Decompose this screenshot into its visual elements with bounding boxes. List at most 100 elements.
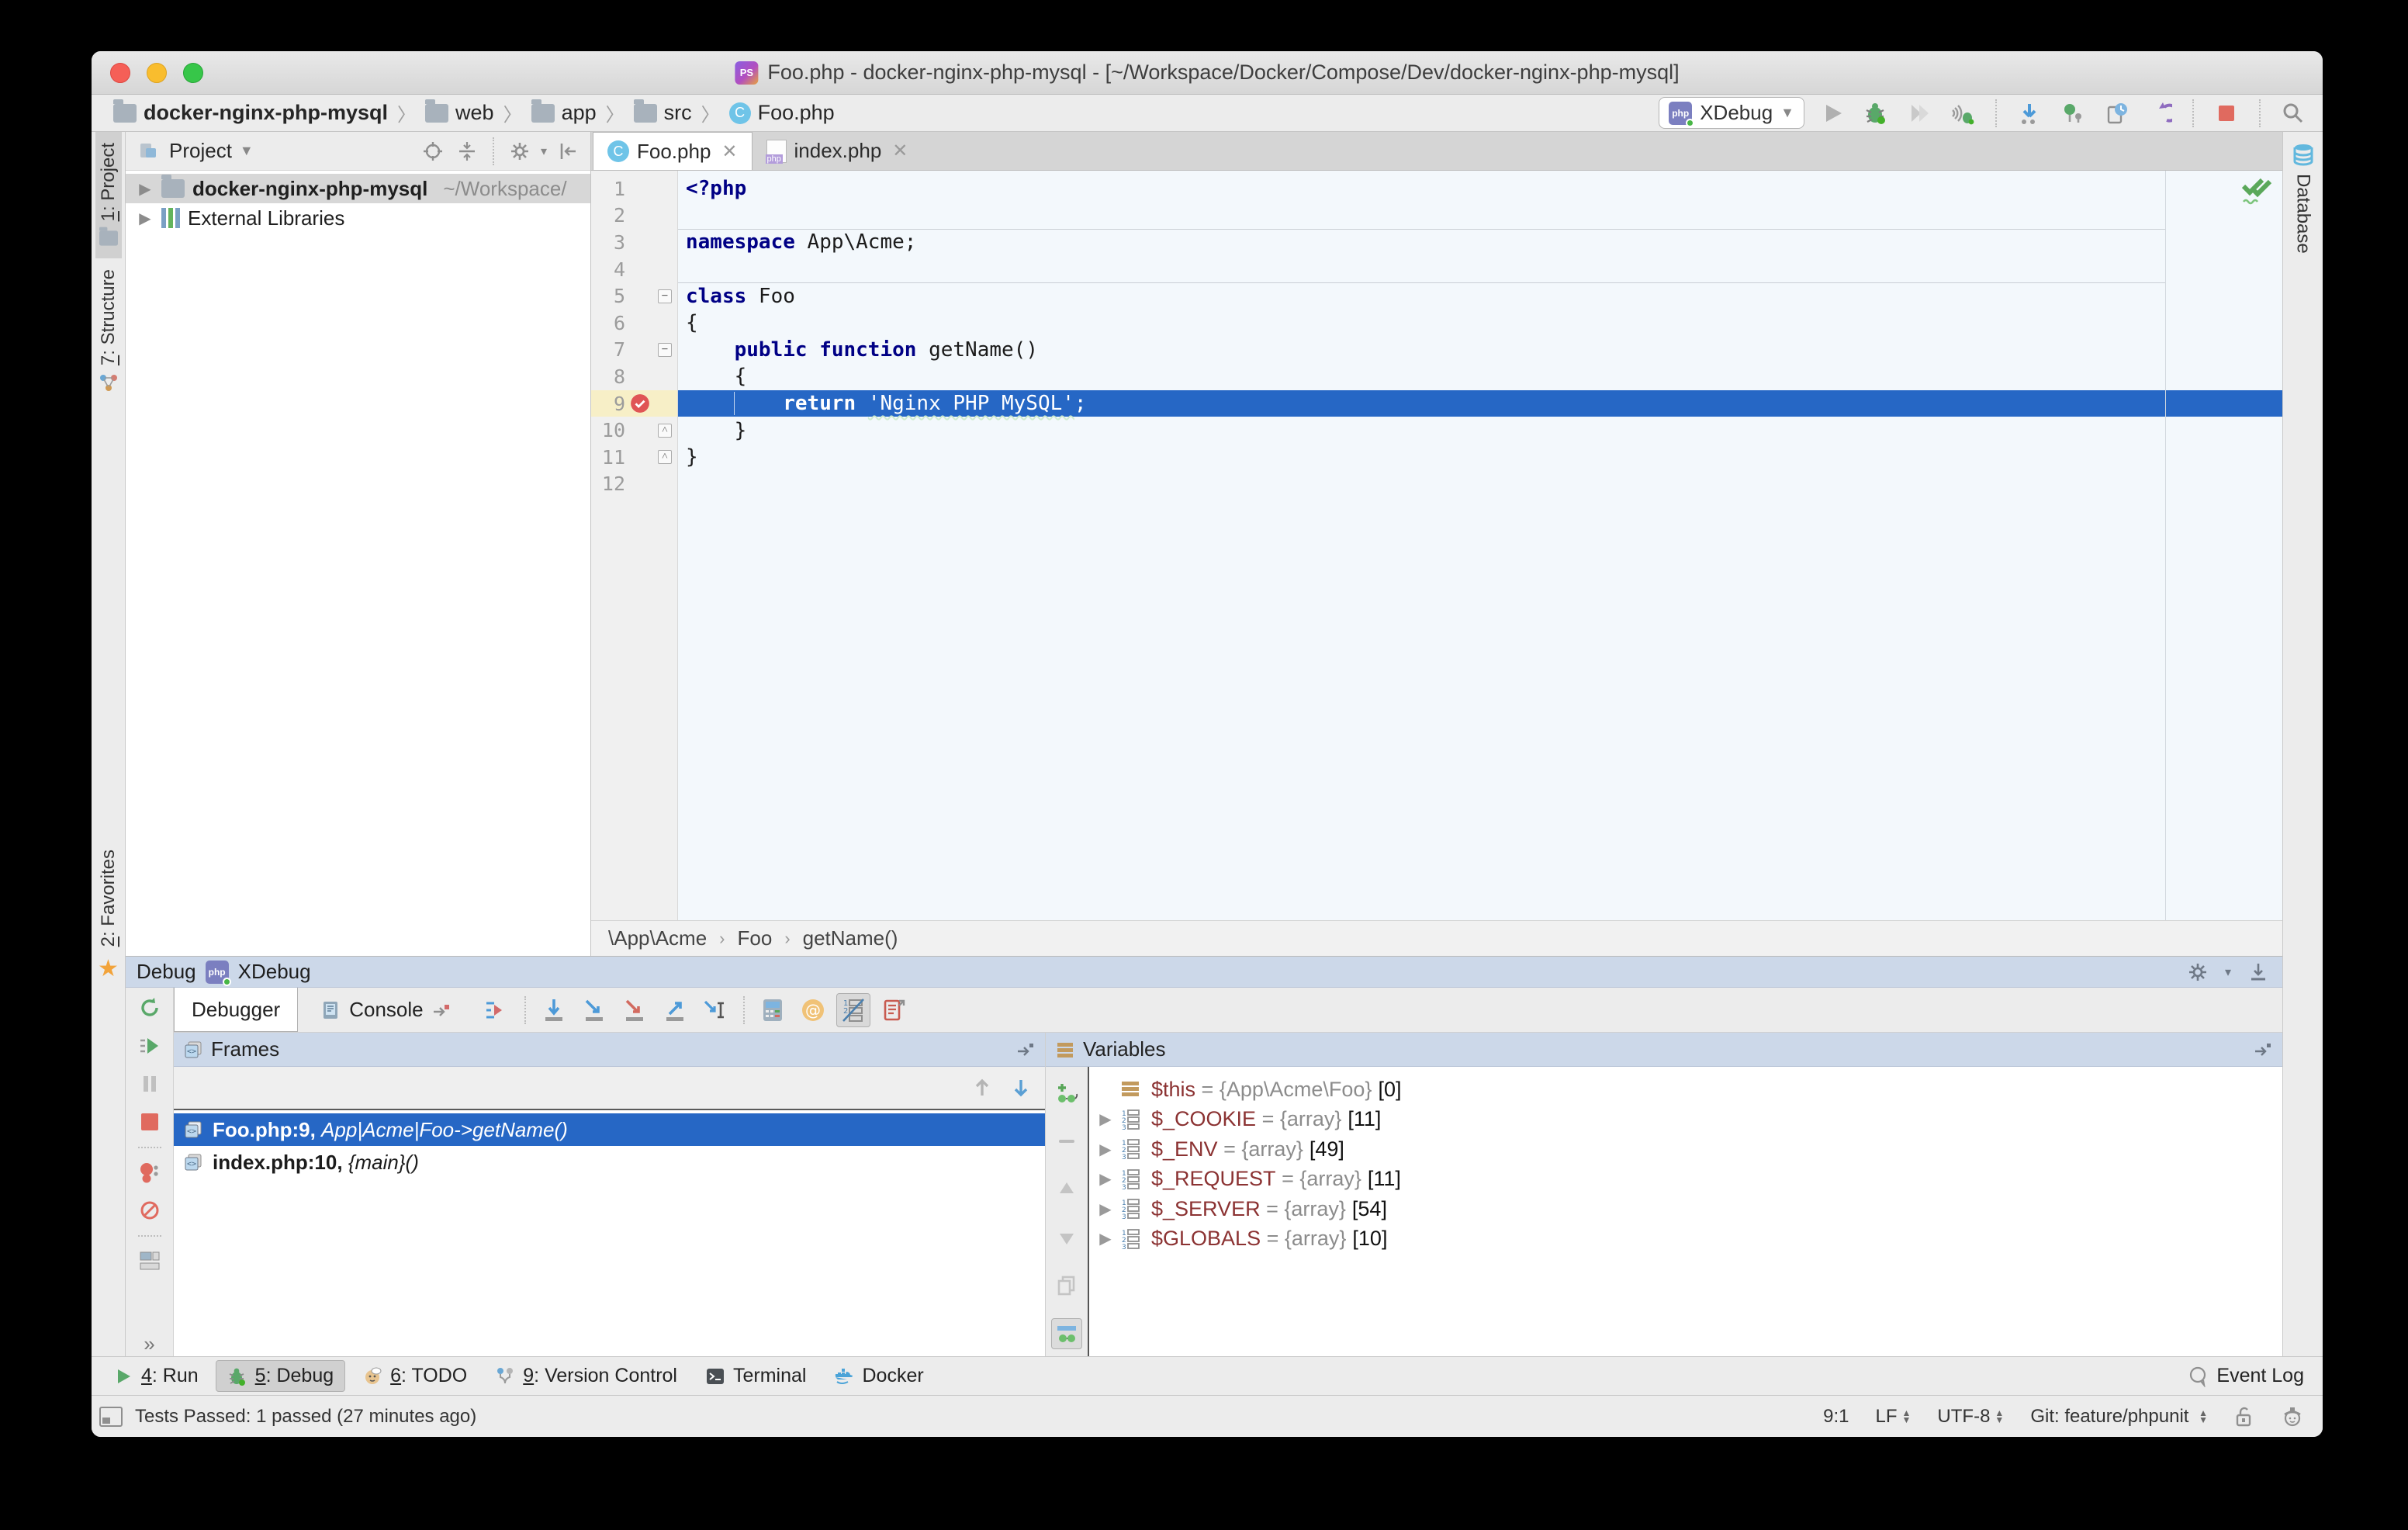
tab-debugger[interactable]: Debugger [174, 988, 298, 1032]
editor-breadcrumb-item[interactable]: Foo [738, 926, 773, 950]
listen-debug-connections-button[interactable] [1947, 98, 1978, 129]
frames-list[interactable]: <>Foo.php:9, App|Acme|Foo->getName()<>in… [174, 1109, 1045, 1356]
evaluate-expression-button[interactable] [756, 993, 790, 1027]
inspections-hector-icon[interactable] [2281, 1405, 2304, 1428]
move-watch-down-button[interactable] [1051, 1222, 1082, 1253]
editor-breadcrumb-item[interactable]: \App\Acme [608, 926, 707, 950]
resume-button[interactable] [134, 1032, 165, 1059]
line-ending-select[interactable]: LF▲▼ [1876, 1406, 1912, 1428]
copy-watch-button[interactable] [1051, 1270, 1082, 1301]
show-watches-toggle[interactable] [1051, 1318, 1082, 1349]
mute-renderers-toggle[interactable]: 12 [836, 993, 870, 1027]
previous-frame-icon[interactable] [970, 1076, 994, 1099]
variable-row[interactable]: ▶123$_ENV = {array}[49] [1089, 1134, 2282, 1165]
run-button[interactable] [1817, 98, 1848, 129]
editor-breadcrumb-item[interactable]: getName() [803, 926, 898, 950]
rerun-button[interactable] [134, 994, 165, 1021]
expand-arrow-icon[interactable]: ▶ [1094, 1169, 1117, 1189]
code-line-1[interactable]: <?php [678, 175, 2282, 202]
local-history-button[interactable] [2101, 98, 2132, 129]
tab-console[interactable]: Console [303, 988, 466, 1032]
fold-marker-icon[interactable]: ˄ [658, 424, 672, 438]
run-to-cursor-button[interactable] [698, 993, 732, 1027]
gutter-line[interactable]: 9 [591, 390, 677, 417]
gear-icon[interactable] [507, 138, 533, 164]
force-step-into-button[interactable] [618, 993, 652, 1027]
breadcrumb-item[interactable]: docker-nginx-php-mysql [113, 101, 388, 125]
vcs-update-button[interactable] [2014, 98, 2045, 129]
view-breakpoints-button[interactable] [134, 1159, 165, 1186]
code-line-4[interactable] [678, 256, 2282, 283]
expand-arrow-icon[interactable]: ▶ [1094, 1109, 1117, 1129]
gutter-line[interactable]: 10˄ [591, 417, 677, 444]
sidebar-tab-database[interactable]: Database [2290, 132, 2316, 265]
code-line-3[interactable]: namespace App\Acme; [678, 229, 2282, 256]
debug-header[interactable]: Debug php XDebug ▾ [126, 957, 2282, 988]
toolwindow-button-todo[interactable]: 6: TODO [351, 1361, 478, 1391]
pause-button[interactable] [134, 1070, 165, 1097]
close-tab-icon[interactable]: ✕ [721, 140, 737, 163]
locate-file-icon[interactable] [420, 138, 446, 164]
next-frame-icon[interactable] [1009, 1076, 1033, 1099]
encoding-select[interactable]: UTF-8▲▼ [1937, 1406, 2004, 1428]
fold-marker-icon[interactable]: − [658, 343, 672, 357]
code-line-12[interactable] [678, 471, 2282, 498]
external-libraries-row[interactable]: ▶ External Libraries [126, 203, 590, 233]
hide-panel-icon[interactable] [555, 138, 581, 164]
variable-row[interactable]: ▶123$_REQUEST = {array}[11] [1089, 1165, 2282, 1195]
frame-row[interactable]: <>index.php:10, {main}() [174, 1146, 1045, 1179]
fold-marker-icon[interactable]: ˄ [658, 450, 672, 464]
variable-row[interactable]: ▶123$GLOBALS = {array}[10] [1089, 1224, 2282, 1255]
gutter-line[interactable]: 7− [591, 337, 677, 364]
gutter-line[interactable]: 6 [591, 310, 677, 337]
panel-options-icon[interactable] [1015, 1040, 1036, 1060]
code-line-10[interactable]: } [678, 417, 2282, 444]
editor-tab-index-php[interactable]: index.php ✕ [752, 132, 922, 170]
variables-tree[interactable]: $this = {App\Acme\Foo}[0]▶123$_COOKIE = … [1088, 1067, 2282, 1356]
gutter-line[interactable]: 5− [591, 282, 677, 310]
gutter-line[interactable]: 4 [591, 256, 677, 283]
toggle-toolwindows-icon[interactable] [99, 1407, 123, 1427]
move-watch-up-button[interactable] [1051, 1174, 1082, 1205]
minimize-window-button[interactable] [147, 63, 167, 83]
fold-marker-icon[interactable]: − [658, 289, 672, 303]
editor-tab-foo-php[interactable]: C Foo.php ✕ [593, 132, 752, 170]
zoom-window-button[interactable] [183, 63, 203, 83]
stop-button[interactable] [134, 1108, 165, 1135]
add-watch-button[interactable] [1051, 1078, 1082, 1109]
chevron-down-icon[interactable]: ▾ [2225, 964, 2231, 980]
coverage-button[interactable] [1904, 98, 1935, 129]
expand-arrow-icon[interactable]: ▶ [1094, 1199, 1117, 1219]
variable-row[interactable]: ▶123$_SERVER = {array}[54] [1089, 1194, 2282, 1224]
inspections-status-icon[interactable] [2239, 177, 2271, 213]
hide-tool-window-icon[interactable] [2245, 959, 2271, 985]
code-area[interactable]: <?phpnamespace App\Acme;class Foo{ publi… [678, 171, 2282, 920]
project-root-row[interactable]: ▶ docker-nginx-php-mysql ~/Workspace/ [126, 174, 590, 203]
toolwindow-button-version-control[interactable]: 9: Version Control [484, 1361, 688, 1391]
remove-watch-button[interactable] [1051, 1126, 1082, 1157]
sidebar-tab-structure[interactable]: 7: Structure [96, 258, 121, 404]
run-configuration-select[interactable]: php XDebug ▼ [1659, 97, 1804, 129]
breadcrumb-item[interactable]: web [425, 101, 494, 125]
step-into-button[interactable] [577, 993, 611, 1027]
expand-arrow-icon[interactable]: ▶ [137, 179, 154, 199]
gutter-line[interactable]: 8 [591, 363, 677, 390]
code-line-11[interactable]: } [678, 444, 2282, 471]
gutter-line[interactable]: 12 [591, 471, 677, 498]
variable-row[interactable]: $this = {App\Acme\Foo}[0] [1089, 1075, 2282, 1105]
code-line-6[interactable]: { [678, 310, 2282, 337]
breadcrumb-item[interactable]: app [531, 101, 597, 125]
collapse-all-icon[interactable] [454, 138, 480, 164]
frame-row[interactable]: <>Foo.php:9, App|Acme|Foo->getName() [174, 1113, 1045, 1146]
sidebar-tab-favorites[interactable]: 2: Favorites ★ [96, 839, 121, 992]
project-panel-title[interactable]: Project [169, 139, 232, 163]
gutter-line[interactable]: 3 [591, 229, 677, 256]
step-out-button[interactable] [658, 993, 692, 1027]
breadcrumb-item[interactable]: src [634, 101, 692, 125]
status-message[interactable]: Tests Passed: 1 passed (27 minutes ago) [135, 1406, 476, 1428]
readonly-lock-icon[interactable] [2234, 1406, 2254, 1428]
search-everywhere-button[interactable] [2278, 98, 2309, 129]
close-window-button[interactable] [110, 63, 130, 83]
toolwindow-button-run[interactable]: 4: Run [102, 1361, 209, 1391]
breakpoint-icon[interactable] [630, 393, 650, 414]
